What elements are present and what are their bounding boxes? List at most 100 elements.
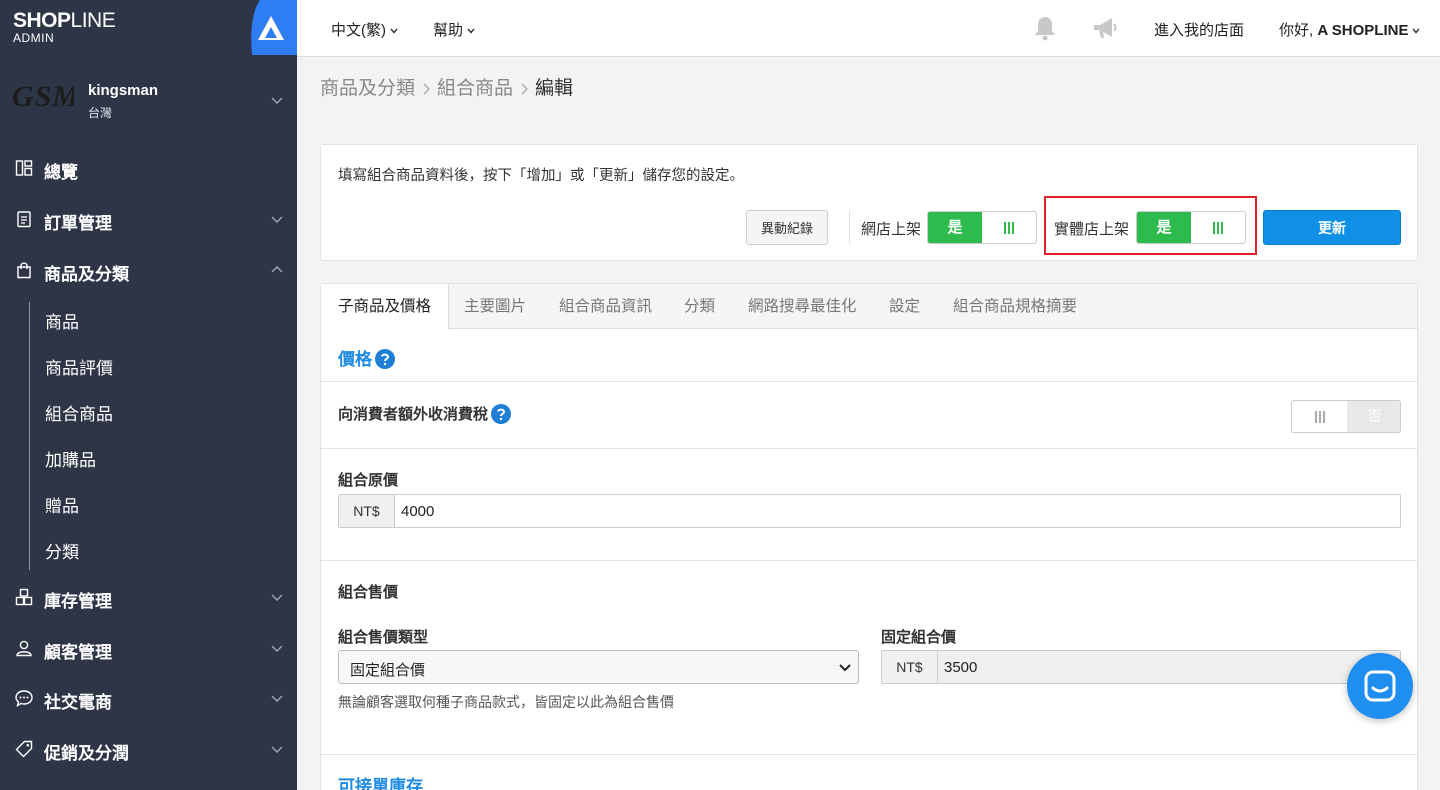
sale-type-value: 固定組合價 — [350, 662, 426, 679]
chat-launcher-button[interactable] — [1347, 653, 1413, 719]
original-price-input[interactable]: NT$ 4000 — [338, 494, 1401, 528]
chevron-down-icon — [839, 664, 851, 672]
shopping-bag-icon — [17, 262, 31, 279]
bell-icon[interactable] — [1031, 14, 1059, 42]
nav-label-promotions: 促銷及分潤 — [44, 744, 129, 763]
save-instruction: 填寫組合商品資料後，按下「增加」或「更新」儲存您的設定。 — [338, 168, 744, 184]
tab-seo[interactable]: 網路搜尋最佳化 — [748, 284, 857, 329]
dashboard-icon — [15, 160, 33, 176]
chevron-down-icon — [271, 645, 283, 653]
bars-icon — [1213, 222, 1223, 235]
brand-sub: ADMIN — [13, 31, 55, 45]
sub-item-gifts[interactable]: 贈品 — [45, 492, 79, 517]
change-log-button[interactable]: 異動紀錄 — [746, 210, 828, 245]
sub-item-reviews[interactable]: 商品評價 — [45, 354, 113, 379]
enter-store-link[interactable]: 進入我的店面 — [1154, 19, 1244, 40]
help-icon[interactable] — [491, 403, 512, 424]
nav-item-products[interactable]: 商品及分類 — [0, 250, 297, 290]
greeting-prefix: 你好, — [1279, 22, 1318, 39]
tax-no: 否 — [1347, 401, 1400, 432]
shop-switcher[interactable]: GSM kingsman 台灣 — [0, 70, 297, 130]
chevron-right-icon — [423, 83, 431, 95]
online-store-label: 網店上架 — [861, 221, 922, 238]
nav-item-promotions[interactable]: 促銷及分潤 — [0, 729, 297, 769]
submenu-line — [29, 302, 30, 570]
help-label: 幫助 — [433, 22, 464, 39]
language-label: 中文(繁) — [331, 22, 386, 39]
nav-item-social[interactable]: 社交電商 — [0, 678, 297, 718]
breadcrumb: 商品及分類 組合商品 編輯 — [320, 73, 573, 100]
caret-down-icon — [390, 28, 398, 34]
help-dropdown[interactable]: 幫助 — [433, 19, 475, 40]
chevron-up-icon — [271, 265, 283, 273]
tab-bar: 子商品及價格 主要圖片 組合商品資訊 分類 網路搜尋最佳化 設定 組合商品規格摘… — [321, 284, 1417, 330]
online-store-toggle[interactable]: 是 — [927, 211, 1037, 244]
tab-spec-summary[interactable]: 組合商品規格摘要 — [953, 284, 1077, 329]
breadcrumb-products[interactable]: 商品及分類 — [320, 78, 415, 99]
toggle-off-side — [1191, 212, 1245, 243]
currency-addon: NT$ — [882, 651, 938, 683]
breadcrumb-bundles[interactable]: 組合商品 — [437, 78, 513, 99]
sub-item-bundles[interactable]: 組合商品 — [45, 400, 113, 425]
tab-sub-products[interactable]: 子商品及價格 — [321, 284, 450, 330]
fixed-price-input[interactable]: NT$ 3500 — [881, 650, 1401, 684]
language-dropdown[interactable]: 中文(繁) — [331, 19, 398, 40]
sub-item-products[interactable]: 商品 — [45, 308, 79, 333]
sale-price-label: 組合售價 — [338, 584, 399, 601]
physical-yes: 是 — [1137, 212, 1191, 243]
sale-type-hint: 無論顧客選取何種子商品款式，皆固定以此為組合售價 — [338, 694, 674, 710]
nav-label-customers: 顧客管理 — [44, 643, 112, 662]
user-menu[interactable]: 你好, A SHOPLINE — [1279, 19, 1421, 40]
stock-section-title: 可接單庫存 — [338, 777, 423, 790]
brand-logo[interactable]: SHOPLINE ADMIN — [13, 9, 116, 45]
sub-item-addons[interactable]: 加購品 — [45, 446, 96, 471]
breadcrumb-current: 編輯 — [535, 78, 574, 99]
tab-main-images[interactable]: 主要圖片 — [464, 284, 526, 329]
chevron-down-icon — [271, 97, 283, 105]
divider — [849, 211, 850, 244]
nav-label-social: 社交電商 — [44, 693, 112, 712]
boxes-icon — [15, 588, 33, 606]
nav-item-orders[interactable]: 訂單管理 — [0, 199, 297, 239]
caret-down-icon — [467, 28, 475, 34]
action-panel: 填寫組合商品資料後，按下「增加」或「更新」儲存您的設定。 異動紀錄 網店上架 是… — [320, 144, 1418, 261]
toggle-on-side — [1292, 401, 1347, 432]
divider — [321, 754, 1417, 755]
chat-bubble-icon — [15, 690, 33, 707]
nav-label-products: 商品及分類 — [44, 265, 129, 284]
help-icon[interactable] — [375, 349, 395, 370]
brand-name-bold: SHOP — [13, 9, 71, 32]
original-price-label: 組合原價 — [338, 472, 399, 489]
edit-panel: 子商品及價格 主要圖片 組合商品資訊 分類 網路搜尋最佳化 設定 組合商品規格摘… — [320, 283, 1418, 790]
original-price-value: 4000 — [401, 503, 435, 520]
brand-corner-icon — [251, 0, 297, 55]
chevron-down-icon — [271, 216, 283, 224]
toggle-off-side — [982, 212, 1036, 243]
user-icon — [16, 640, 32, 657]
shop-name: kingsman — [88, 82, 159, 99]
update-button[interactable]: 更新 — [1263, 210, 1401, 245]
physical-store-toggle[interactable]: 是 — [1136, 211, 1246, 244]
sale-type-select[interactable]: 固定組合價 — [338, 650, 859, 684]
tax-toggle[interactable]: 否 — [1291, 400, 1401, 433]
bars-icon — [1314, 411, 1325, 424]
shop-region: 台灣 — [88, 106, 113, 120]
divider — [321, 381, 1417, 382]
brand-name-light: LINE — [70, 9, 116, 32]
nav-item-customers[interactable]: 顧客管理 — [0, 628, 297, 668]
sub-item-categories[interactable]: 分類 — [45, 538, 79, 563]
bars-icon — [1004, 222, 1014, 235]
chat-icon — [1364, 670, 1396, 702]
sale-type-label: 組合售價類型 — [338, 629, 429, 646]
sidebar: SHOPLINE ADMIN GSM kingsman 台灣 總覽 訂單管理 商… — [0, 0, 297, 790]
topbar: 中文(繁) 幫助 進入我的店面 你好, A SHOPLINE — [297, 0, 1440, 57]
nav-item-inventory[interactable]: 庫存管理 — [0, 577, 297, 617]
tax-label-row: 向消費者額外收消費稅 — [338, 403, 512, 424]
tab-bundle-info[interactable]: 組合商品資訊 — [559, 284, 652, 329]
chevron-down-icon — [271, 695, 283, 703]
online-yes: 是 — [928, 212, 982, 243]
tab-categories[interactable]: 分類 — [684, 284, 715, 329]
tab-settings[interactable]: 設定 — [889, 284, 920, 329]
megaphone-icon[interactable] — [1091, 14, 1119, 42]
nav-item-overview[interactable]: 總覽 — [0, 148, 297, 188]
